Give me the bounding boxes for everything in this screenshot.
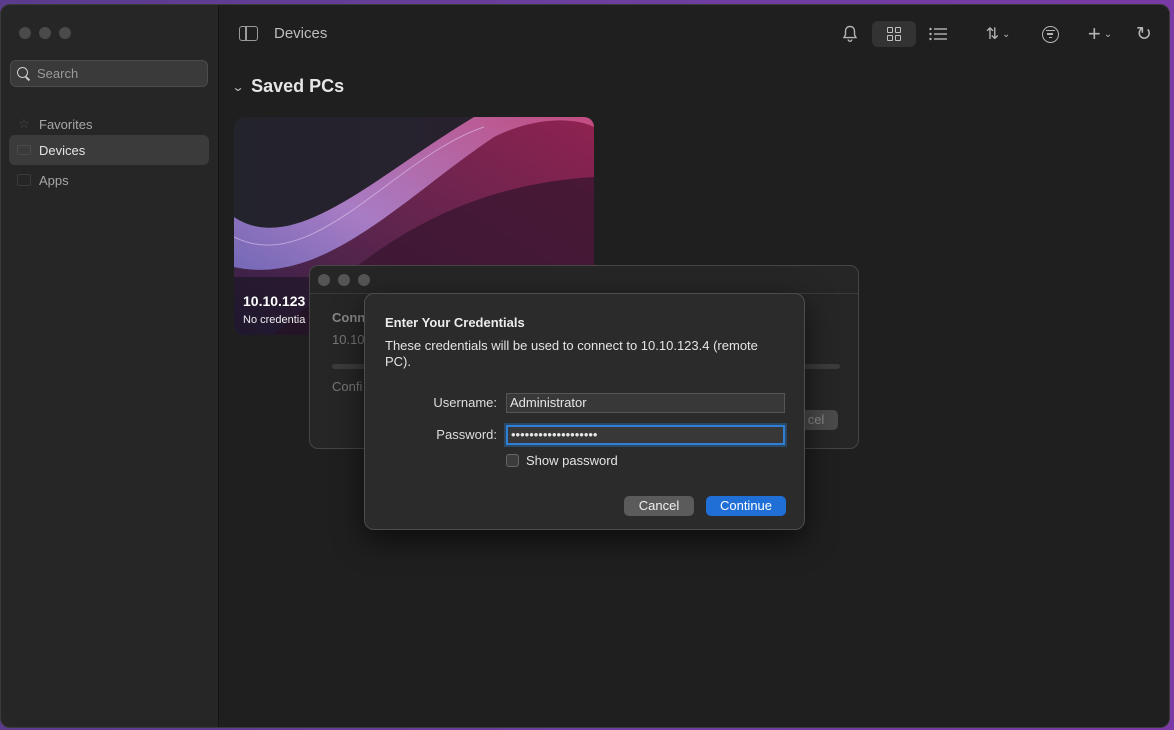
- search-box[interactable]: [10, 60, 208, 87]
- sidebar-item-label: Devices: [39, 142, 86, 158]
- sidebar-item-label: Apps: [39, 172, 69, 188]
- sidebar-item-label: Favorites: [39, 116, 93, 132]
- sidebar-item-apps[interactable]: Apps: [9, 165, 209, 195]
- sort-icon[interactable]: ⇅ ⌄: [976, 21, 1020, 47]
- sidebar-item-devices[interactable]: Devices: [9, 135, 209, 165]
- zoom-window-button[interactable]: [59, 27, 71, 39]
- search-input[interactable]: [37, 66, 197, 81]
- add-icon[interactable]: + ⌄: [1080, 21, 1120, 47]
- continue-button[interactable]: Continue: [706, 496, 786, 516]
- close-window-button[interactable]: [19, 27, 31, 39]
- close-window-button[interactable]: [318, 274, 330, 286]
- section-title: Saved PCs: [251, 76, 345, 96]
- apps-icon: [17, 174, 31, 186]
- toolbar: Devices ⇅ ⌄ + ⌄ ↻: [220, 5, 1169, 59]
- pc-credential-status: No credentia: [243, 314, 306, 326]
- connecting-status: Confi: [332, 379, 363, 394]
- window-controls: [318, 274, 370, 286]
- show-password-checkbox[interactable]: [506, 454, 519, 467]
- chevron-down-icon[interactable]: ⌄: [231, 80, 244, 94]
- star-icon: ☆: [18, 116, 30, 131]
- window-controls: [19, 27, 71, 39]
- refresh-icon[interactable]: ↻: [1132, 21, 1156, 47]
- username-label: Username:: [433, 395, 497, 410]
- password-label: Password:: [436, 427, 497, 442]
- show-password-label[interactable]: Show password: [526, 453, 618, 468]
- minimize-window-button[interactable]: [39, 27, 51, 39]
- cancel-button[interactable]: Cancel: [624, 496, 694, 516]
- list-view-icon[interactable]: [926, 21, 950, 47]
- page-title: Devices: [274, 25, 328, 42]
- monitor-icon: [17, 145, 31, 155]
- show-password-row[interactable]: Show password: [506, 453, 618, 468]
- minimize-window-button[interactable]: [338, 274, 350, 286]
- grid-view-icon[interactable]: [872, 21, 916, 47]
- sidebar: ☆ Favorites Devices Apps: [1, 5, 219, 727]
- bell-icon[interactable]: [838, 21, 862, 47]
- pc-name: 10.10.123: [243, 293, 306, 309]
- sidebar-toggle-icon[interactable]: [239, 26, 258, 41]
- saved-pcs-header[interactable]: ⌄ Saved PCs: [231, 76, 345, 97]
- filter-icon[interactable]: [1038, 21, 1062, 47]
- dialog-description: These credentials will be used to connec…: [385, 338, 758, 369]
- connecting-title: Conn: [332, 310, 366, 325]
- credentials-dialog: Enter Your Credentials These credentials…: [364, 293, 805, 530]
- password-field[interactable]: •••••••••••••••••••: [506, 425, 785, 445]
- dialog-titlebar: [310, 266, 858, 294]
- zoom-window-button[interactable]: [358, 274, 370, 286]
- dialog-title: Enter Your Credentials: [385, 315, 525, 330]
- username-field[interactable]: Administrator: [506, 393, 785, 413]
- connecting-host: 10.10.: [332, 332, 369, 347]
- search-icon: [17, 66, 31, 81]
